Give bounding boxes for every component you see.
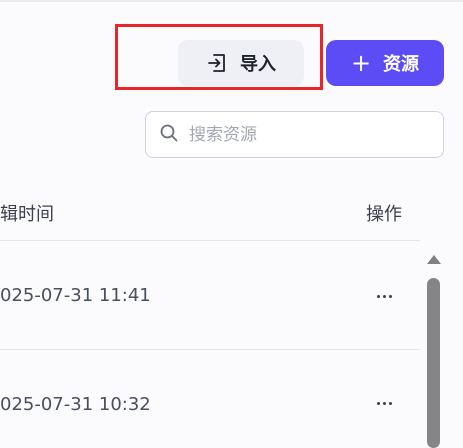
- plus-icon: +: [350, 49, 372, 77]
- import-button[interactable]: 导入: [178, 40, 304, 86]
- header-divider: [0, 240, 420, 241]
- add-resource-label: 资源: [383, 54, 420, 75]
- row-divider: [0, 349, 420, 350]
- column-header-actions: 操作: [366, 204, 402, 225]
- scrollbar-thumb[interactable]: [427, 278, 440, 448]
- top-divider: [0, 0, 463, 2]
- import-button-label: 导入: [240, 54, 276, 75]
- row-2-edited-time: 025-07-31 10:32: [0, 394, 151, 415]
- row-2-more-icon[interactable]: [372, 393, 396, 413]
- search-box[interactable]: [145, 111, 444, 158]
- column-header-edited-time[interactable]: 辑时间: [0, 200, 54, 226]
- add-resource-button[interactable]: + 资源: [326, 40, 444, 86]
- import-icon: [206, 52, 228, 74]
- row-1-edited-time: 025-07-31 11:41: [0, 285, 151, 306]
- search-icon: [159, 123, 179, 147]
- search-input[interactable]: [189, 124, 429, 145]
- row-1-more-icon[interactable]: [372, 286, 396, 306]
- scroll-up-arrow-icon[interactable]: [427, 255, 441, 264]
